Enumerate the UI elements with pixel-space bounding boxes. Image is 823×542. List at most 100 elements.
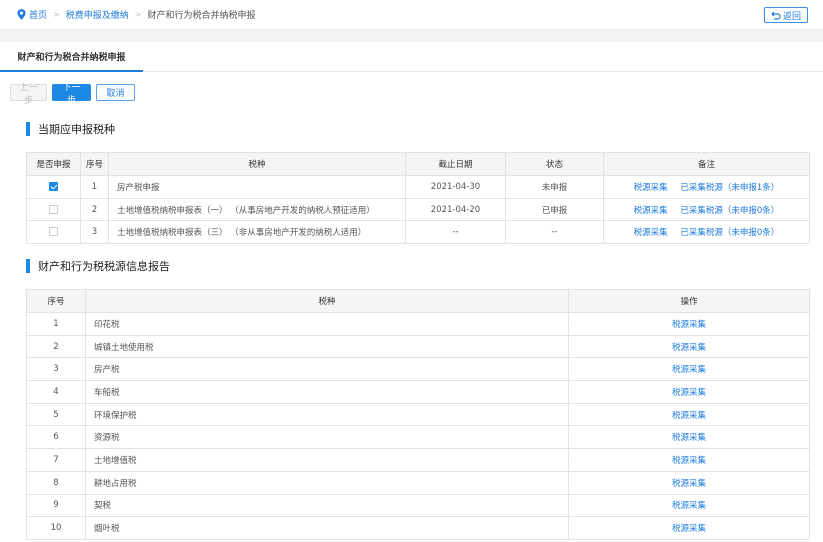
row-number: 7 <box>26 448 86 472</box>
tax-name: 城镇土地使用税 <box>85 334 569 359</box>
source-collect-link[interactable]: 税源采集 <box>672 343 706 353</box>
table-row: 2 土地增值税纳税申报表（一） （从事房地产开发的纳税人预征适用） 2021-0… <box>26 197 810 222</box>
section-title-current-taxes: 当期应申报税种 <box>26 121 115 137</box>
source-collect-link[interactable]: 税源采集 <box>634 206 668 216</box>
header-cell: 序号 <box>80 152 109 176</box>
header-cell: 税种 <box>108 152 406 176</box>
source-collect-link[interactable]: 税源采集 <box>672 388 706 398</box>
breadcrumb-home[interactable]: 首页 <box>29 8 47 21</box>
section-title-tax-source-report: 财产和行为税税源信息报告 <box>26 258 170 274</box>
tax-name: 土地增值税 <box>85 448 569 472</box>
back-button[interactable]: 返回 <box>764 7 808 23</box>
tax-name: 房产税 <box>85 357 569 382</box>
tax-name: 土地增值税纳税申报表（三） （非从事房地产开发的纳税人适用） <box>108 220 406 245</box>
table-row: 1 印花税 税源采集 <box>26 312 810 336</box>
tax-name: 土地增值税纳税申报表（一） （从事房地产开发的纳税人预征适用） <box>108 197 406 222</box>
row-number: 5 <box>26 402 86 427</box>
tax-name: 烟叶税 <box>85 516 569 540</box>
section-title-text: 财产和行为税税源信息报告 <box>38 260 170 273</box>
source-collect-link[interactable]: 税源采集 <box>672 433 706 443</box>
tax-name: 资源税 <box>85 425 569 450</box>
breadcrumb-tax-filing[interactable]: 税费申报及缴纳 <box>66 8 129 21</box>
source-collect-link[interactable]: 税源采集 <box>672 365 706 375</box>
row-number: 8 <box>26 470 86 495</box>
table-row: 9 契税 税源采集 <box>26 493 810 518</box>
source-collect-link[interactable]: 税源采集 <box>634 183 668 193</box>
table-row: 8 耕地占用税 税源采集 <box>26 470 810 495</box>
table-header-row: 是否申报 序号 税种 截止日期 状态 备注 <box>26 152 810 176</box>
declare-checkbox[interactable] <box>49 204 58 214</box>
row-number: 1 <box>80 175 109 199</box>
row-number: 1 <box>26 312 86 336</box>
table-row: 3 房产税 税源采集 <box>26 357 810 382</box>
collected-sources-link[interactable]: 已采集税源（未申报0条） <box>680 206 779 216</box>
deadline: -- <box>405 220 506 245</box>
table-row: 4 车船税 税源采集 <box>26 380 810 404</box>
breadcrumb-separator: > <box>53 10 60 19</box>
table-row: 10 烟叶税 税源采集 <box>26 516 810 540</box>
tax-name: 车船税 <box>85 380 569 404</box>
table-row: 3 土地增值税纳税申报表（三） （非从事房地产开发的纳税人适用） -- -- 税… <box>26 220 810 245</box>
source-collect-link[interactable]: 税源采集 <box>672 411 706 421</box>
row-number: 3 <box>26 357 86 382</box>
table-header-row: 序号 税种 操作 <box>26 289 810 313</box>
source-collect-link[interactable]: 税源采集 <box>672 456 706 466</box>
source-collect-link[interactable]: 税源采集 <box>634 228 668 238</box>
table-row: 6 资源税 税源采集 <box>26 425 810 450</box>
section-accent-bar <box>26 259 30 273</box>
prev-step-button[interactable]: 上一步 <box>10 83 47 106</box>
section-accent-bar <box>26 122 30 136</box>
tax-name: 房产税申报 <box>108 175 406 199</box>
location-pin-icon <box>17 9 26 20</box>
row-number: 2 <box>80 197 109 222</box>
status: 未申报 <box>505 175 604 199</box>
tax-source-table-body: 1 印花税 税源采集 2 城镇土地使用税 税源采集 3 房产税 税源采集 4 车船税 税源采集 … <box>26 312 810 540</box>
step-buttons: 上一步 下一步 取消 <box>10 83 135 106</box>
deadline: 2021-04-30 <box>405 175 506 199</box>
declare-checkbox[interactable] <box>49 227 58 237</box>
row-number: 2 <box>26 334 86 359</box>
table-row: 1 房产税申报 2021-04-30 未申报 税源采集 已采集税源（未申报1条） <box>26 175 810 199</box>
status: -- <box>505 220 604 245</box>
header-gap <box>0 30 823 42</box>
source-collect-link[interactable]: 税源采集 <box>672 501 706 511</box>
tax-name: 契税 <box>85 493 569 518</box>
header-cell: 操作 <box>568 289 810 313</box>
next-step-button[interactable]: 下一步 <box>52 83 91 106</box>
header-cell: 状态 <box>505 152 604 176</box>
header-cell: 税种 <box>85 289 569 313</box>
current-taxes-table: 是否申报 序号 税种 截止日期 状态 备注 1 房产税申报 2021-04-30… <box>26 152 810 245</box>
row-number: 4 <box>26 380 86 404</box>
header-cell: 是否申报 <box>26 152 81 176</box>
tax-name: 环境保护税 <box>85 402 569 427</box>
source-collect-link[interactable]: 税源采集 <box>672 320 706 330</box>
header-cell: 序号 <box>26 289 86 313</box>
section-title-text: 当期应申报税种 <box>38 123 115 136</box>
row-number: 6 <box>26 425 86 450</box>
table-row: 5 环境保护税 税源采集 <box>26 402 810 427</box>
tab-bar: 财产和行为税合并纳税申报 <box>0 42 823 72</box>
collected-sources-link[interactable]: 已采集税源（未申报0条） <box>680 228 779 238</box>
breadcrumb-separator: > <box>134 10 142 19</box>
tax-source-table: 序号 税种 操作 1 印花税 税源采集 2 城镇土地使用税 税源采集 3 房产税 税源采集 … <box>26 289 810 540</box>
row-number: 9 <box>26 493 86 518</box>
breadcrumb-bar: 首页 > 税费申报及缴纳 > 财产和行为税合并纳税申报 返回 <box>0 0 823 30</box>
status: 已申报 <box>505 197 604 222</box>
header-cell: 截止日期 <box>405 152 506 176</box>
cancel-button[interactable]: 取消 <box>96 84 135 101</box>
collected-sources-link[interactable]: 已采集税源（未申报1条） <box>680 183 779 193</box>
deadline: 2021-04-20 <box>405 197 506 222</box>
table-row: 7 土地增值税 税源采集 <box>26 448 810 472</box>
declare-checkbox[interactable] <box>49 181 58 191</box>
source-collect-link[interactable]: 税源采集 <box>672 524 706 534</box>
tab-combined-filing[interactable]: 财产和行为税合并纳税申报 <box>0 42 143 72</box>
tax-name: 耕地占用税 <box>85 470 569 495</box>
back-button-label: 返回 <box>782 11 801 22</box>
source-collect-link[interactable]: 税源采集 <box>672 479 706 489</box>
row-number: 10 <box>26 516 86 540</box>
header-cell: 备注 <box>603 152 810 176</box>
row-number: 3 <box>80 220 109 245</box>
table-row: 2 城镇土地使用税 税源采集 <box>26 334 810 359</box>
breadcrumb-current: 财产和行为税合并纳税申报 <box>147 11 256 21</box>
return-arrow-icon <box>771 11 781 20</box>
